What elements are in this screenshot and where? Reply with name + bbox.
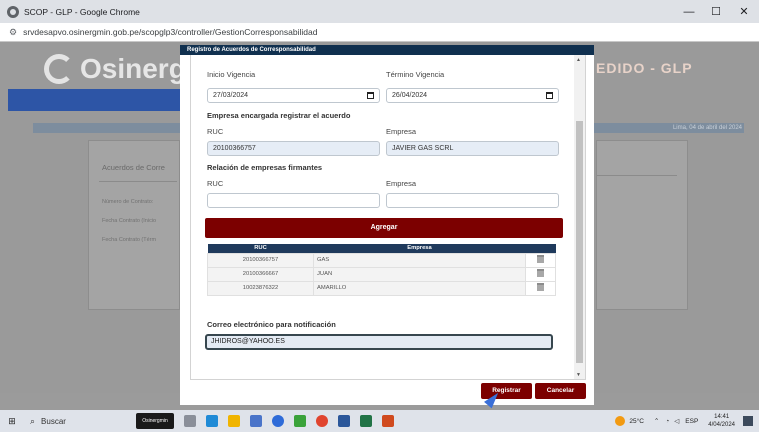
edge-icon[interactable]	[206, 415, 218, 427]
ruc-cell: 20100366757	[207, 252, 314, 268]
calendar-icon[interactable]	[367, 92, 374, 99]
modal-title: Registro de Acuerdos de Corresponsabilid…	[180, 45, 594, 55]
ruc-label: RUC	[207, 179, 224, 188]
start-date-input[interactable]: 27/03/2024	[207, 88, 380, 103]
agreements-card: Acuerdos de Corre Número de Contrato: Fe…	[88, 140, 180, 310]
company-cell: JUAN	[313, 266, 526, 282]
cancel-button[interactable]: Cancelar	[535, 383, 586, 399]
url-text[interactable]: srvdesapvo.osinergmin.gob.pe/scopglp3/co…	[23, 27, 317, 37]
company-label: Empresa	[386, 127, 417, 136]
scroll-up-icon[interactable]: ▲	[576, 57, 581, 63]
tray-chevron-icon[interactable]: ⌃	[654, 417, 659, 425]
search-icon: ⌕	[30, 415, 36, 426]
clock[interactable]: 14:41 4/04/2024	[708, 413, 735, 429]
signing-companies-heading: Relación de empresas firmantes	[207, 163, 323, 172]
ruc-column-header: RUC	[207, 244, 314, 253]
ruc-input[interactable]	[207, 193, 380, 208]
trash-icon[interactable]	[537, 283, 544, 291]
end-date-value: 26/04/2024	[392, 92, 428, 99]
ruc-cell: 20100366667	[207, 266, 314, 282]
current-date: Lima, 04 de abril del 2024	[672, 125, 742, 131]
search-label: Buscar	[41, 416, 66, 426]
start-date-label: Inicio Vigencia	[207, 70, 256, 79]
windows-taskbar: ⊞ ⌕ Buscar Osinergmin 25°C ⌃ ◔ ◁ ESP 14:…	[0, 410, 759, 432]
minimize-button[interactable]: —	[676, 0, 702, 23]
screen: SCOP - GLP - Google Chrome — ☐ ✕ ⚙ srvde…	[0, 0, 759, 432]
add-button[interactable]: Agregar	[205, 218, 563, 238]
app-icon[interactable]	[294, 415, 306, 427]
contract-number-label: Número de Contrato:	[102, 199, 154, 205]
responsible-company-heading: Empresa encargada registrar el acuerdo	[207, 111, 351, 120]
logo-ring-icon	[44, 54, 74, 84]
start-date-value: 27/03/2024	[213, 92, 249, 99]
volume-icon[interactable]: ◁	[674, 417, 679, 425]
ruc-readonly-field: 20100366757	[207, 141, 380, 156]
chrome-taskbar-icon[interactable]	[316, 415, 328, 427]
ruc-cell: 10023876322	[207, 280, 314, 296]
card-title: Acuerdos de Corre	[102, 163, 165, 172]
clock-time: 14:41	[714, 414, 730, 420]
close-button[interactable]: ✕	[731, 0, 757, 23]
system-tray: 25°C ⌃ ◔ ◁ ESP 14:41 4/04/2024	[615, 410, 759, 432]
card-divider	[99, 181, 177, 182]
taskbar-search[interactable]: ⌕ Buscar	[24, 412, 134, 430]
table-row: 20100366757 GAS	[207, 252, 556, 268]
weather-icon[interactable]	[615, 416, 626, 426]
contract-start-label: Fecha Contrato (Inicio	[102, 218, 157, 224]
trash-icon[interactable]	[537, 269, 544, 277]
table-row: 10023876322 AMARILLO	[207, 280, 556, 296]
registration-modal: Registro de Acuerdos de Corresponsabilid…	[180, 45, 594, 405]
temperature[interactable]: 25°C	[629, 418, 644, 425]
app-icon[interactable]	[272, 415, 284, 427]
chrome-icon	[7, 5, 19, 18]
clock-date: 4/04/2024	[708, 422, 735, 428]
windows-start-icon[interactable]: ⊞	[0, 410, 24, 432]
taskbar-app-osinergmin[interactable]: Osinergmin	[136, 413, 174, 429]
company-cell: GAS	[313, 252, 526, 268]
right-card	[596, 140, 688, 310]
site-settings-icon[interactable]: ⚙	[9, 27, 17, 38]
table-row: 20100366667 JUAN	[207, 266, 556, 282]
trash-icon[interactable]	[537, 255, 544, 263]
company-cell: AMARILLO	[313, 280, 526, 296]
end-date-input[interactable]: 26/04/2024	[386, 88, 559, 103]
maximize-button[interactable]: ☐	[703, 0, 729, 23]
email-input[interactable]: JHIDROS@YAHOO.ES	[205, 334, 553, 350]
logo-text: Osinerg	[80, 53, 186, 84]
teams-icon[interactable]	[250, 415, 262, 427]
nav-bar	[8, 89, 184, 111]
contract-end-label: Fecha Contrato (Térm	[102, 237, 157, 243]
delete-button[interactable]	[525, 280, 556, 296]
calendar-icon[interactable]	[546, 92, 553, 99]
delete-button[interactable]	[525, 266, 556, 282]
company-readonly-field: JAVIER GAS SCRL	[386, 141, 559, 156]
modal-scroll-area[interactable]: Inicio Vigencia 27/03/2024 Término Vigen…	[190, 55, 586, 380]
end-date-label: Término Vigencia	[386, 70, 445, 79]
system-title: EDIDO - GLP	[596, 60, 693, 76]
company-label: Empresa	[386, 179, 417, 188]
notifications-icon[interactable]	[743, 416, 753, 426]
card-divider	[597, 175, 677, 176]
scrollbar-thumb[interactable]	[576, 121, 583, 363]
osinergmin-logo: Osinerg	[44, 53, 186, 85]
window-title: SCOP - GLP - Google Chrome	[24, 6, 140, 17]
signing-companies-table: RUC Empresa 20100366757 GAS 20100366667 …	[207, 244, 556, 296]
language-indicator[interactable]: ESP	[685, 418, 698, 425]
wifi-icon[interactable]: ◔	[665, 418, 669, 425]
delete-button[interactable]	[525, 252, 556, 268]
company-input[interactable]	[386, 193, 559, 208]
word-icon[interactable]	[338, 415, 350, 427]
company-column-header: Empresa	[313, 244, 526, 253]
actions-column-header	[525, 244, 556, 253]
file-explorer-icon[interactable]	[228, 415, 240, 427]
scroll-down-icon[interactable]: ▼	[576, 372, 581, 378]
address-bar[interactable]: ⚙ srvdesapvo.osinergmin.gob.pe/scopglp3/…	[0, 23, 759, 42]
task-view-icon[interactable]	[184, 415, 196, 427]
vertical-scrollbar[interactable]: ▲ ▼	[574, 55, 585, 379]
ruc-label: RUC	[207, 127, 224, 136]
email-label: Correo electrónico para notificación	[207, 320, 336, 329]
browser-title-bar: SCOP - GLP - Google Chrome — ☐ ✕	[0, 0, 759, 23]
excel-icon[interactable]	[360, 415, 372, 427]
powerpoint-icon[interactable]	[382, 415, 394, 427]
